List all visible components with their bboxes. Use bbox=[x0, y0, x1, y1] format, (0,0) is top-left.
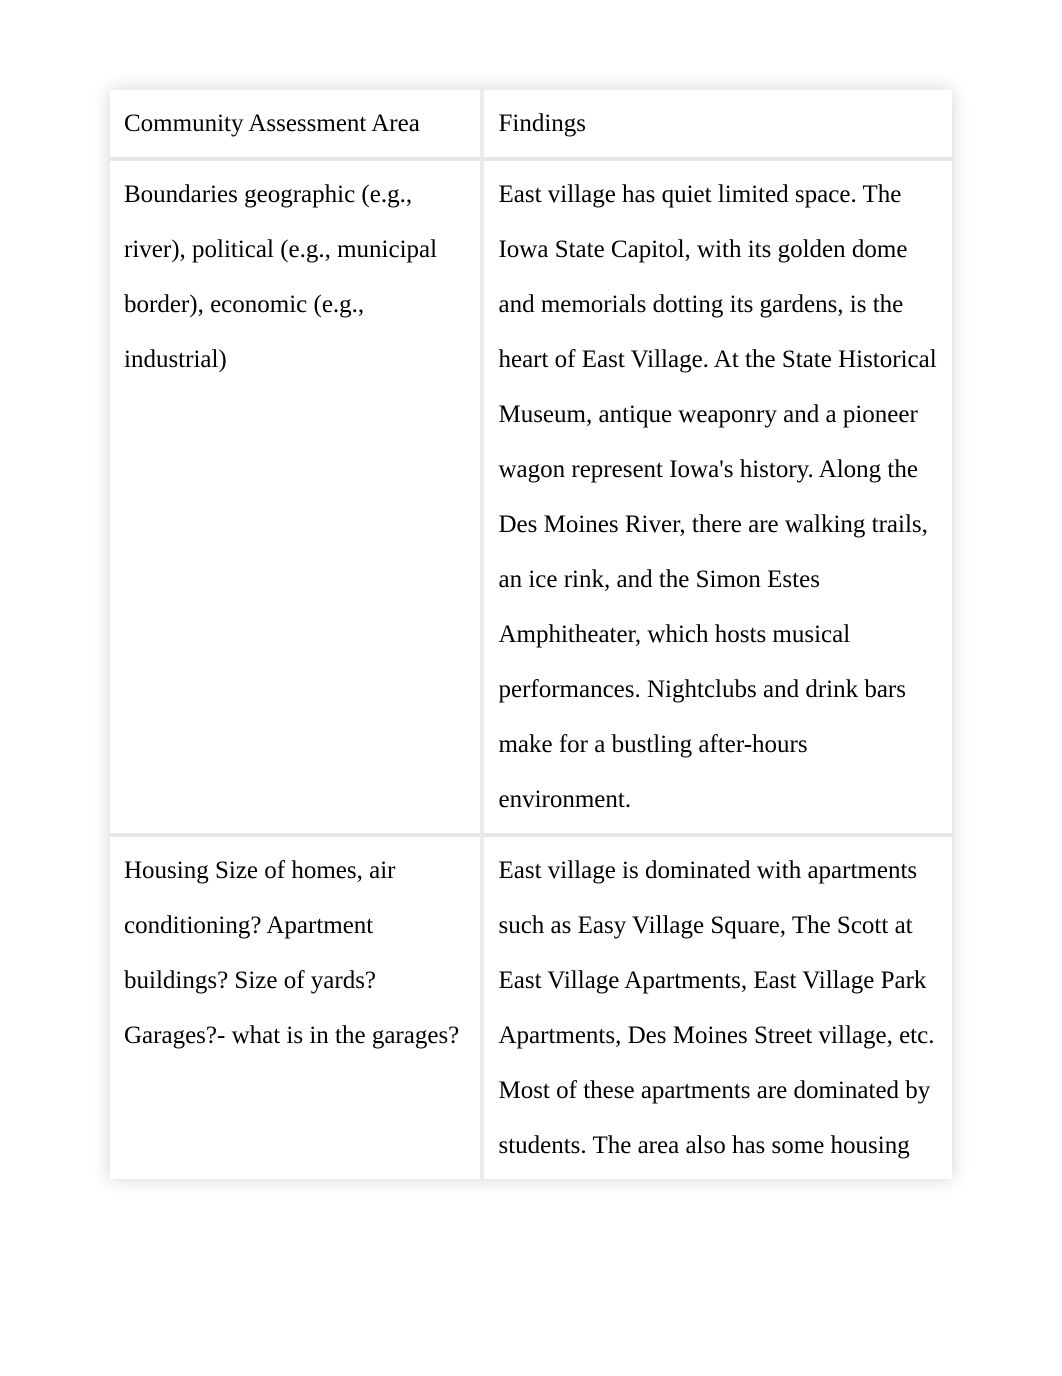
table-header-row: Community Assessment Area Findings bbox=[110, 90, 952, 161]
assessment-table-container: Community Assessment Area Findings Bound… bbox=[110, 90, 952, 1179]
cell-findings: East village is dominated with apartment… bbox=[480, 837, 952, 1179]
table-row: Boundaries geographic (e.g., river), pol… bbox=[110, 161, 952, 837]
cell-area: Boundaries geographic (e.g., river), pol… bbox=[110, 161, 480, 837]
cell-area: Housing Size of homes, air conditioning?… bbox=[110, 837, 480, 1179]
table-body: Boundaries geographic (e.g., river), pol… bbox=[110, 161, 952, 1179]
header-area: Community Assessment Area bbox=[110, 90, 480, 161]
table-row: Housing Size of homes, air conditioning?… bbox=[110, 837, 952, 1179]
assessment-table: Community Assessment Area Findings Bound… bbox=[110, 90, 952, 1179]
header-findings: Findings bbox=[480, 90, 952, 161]
cell-findings: East village has quiet limited space. Th… bbox=[480, 161, 952, 837]
